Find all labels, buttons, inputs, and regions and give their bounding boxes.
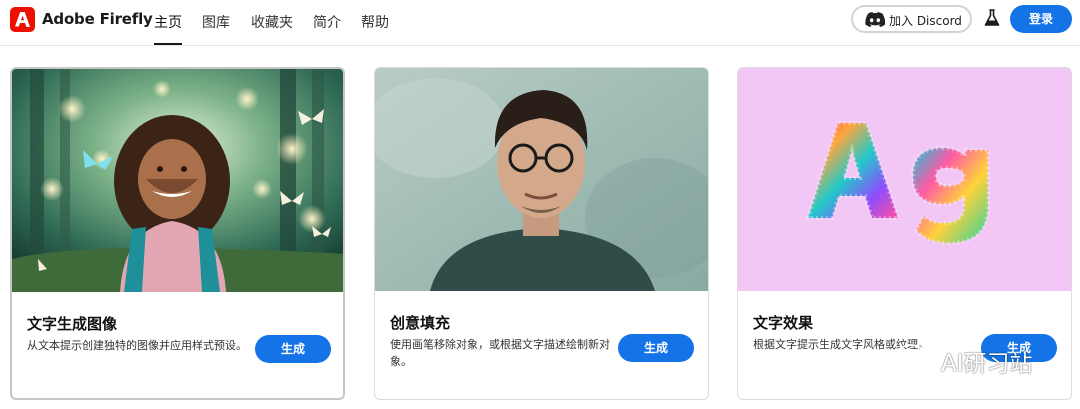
feature-card-generative-fill[interactable]: 创意填充 使用画笔移除对象，或根据文字描述绘制新对象。 生成 [374,67,709,400]
active-nav-indicator [154,43,182,45]
nav-item-about[interactable]: 简介 [313,12,341,32]
card-title: 文字效果 [753,314,814,332]
labs-flask-icon[interactable] [984,9,1000,27]
wechat-icon [896,344,936,373]
nav-item-favorites[interactable]: 收藏夹 [251,12,293,32]
top-navigation-bar: Adobe Firefly 主页 图库 收藏夹 简介 帮助 加入 Discord… [0,0,1080,46]
feature-card-text-to-image[interactable]: 文字生成图像 从文本提示创建独特的图像并应用样式预设。 生成 [10,67,345,400]
sign-in-button[interactable]: 登录 [1010,5,1072,33]
join-discord-button[interactable]: 加入 Discord [851,5,972,33]
nav-item-home[interactable]: 主页 [154,12,182,32]
card-title: 创意填充 [390,314,451,332]
card-title: 文字生成图像 [27,315,118,333]
card-description: 使用画笔移除对象，或根据文字描述绘制新对象。 [390,338,610,368]
generate-button[interactable]: 生成 [255,335,331,363]
watermark-text: AI研习站 [941,351,1033,377]
card-description: 从文本提示创建独特的图像并应用样式预设。 [27,339,247,352]
card-image-man-portrait [375,68,708,291]
nav-item-gallery[interactable]: 图库 [202,12,230,32]
adobe-firefly-logo-icon[interactable] [10,7,35,32]
brand-name[interactable]: Adobe Firefly [42,10,153,28]
card-image-furry-letters [738,68,1071,291]
nav-item-help[interactable]: 帮助 [361,12,389,32]
watermark-overlay: AI研习站 [893,339,1053,379]
join-discord-label: 加入 Discord [889,14,962,28]
generate-button[interactable]: 生成 [618,334,694,362]
discord-icon [865,12,885,27]
card-image-girl-butterflies [12,69,343,292]
